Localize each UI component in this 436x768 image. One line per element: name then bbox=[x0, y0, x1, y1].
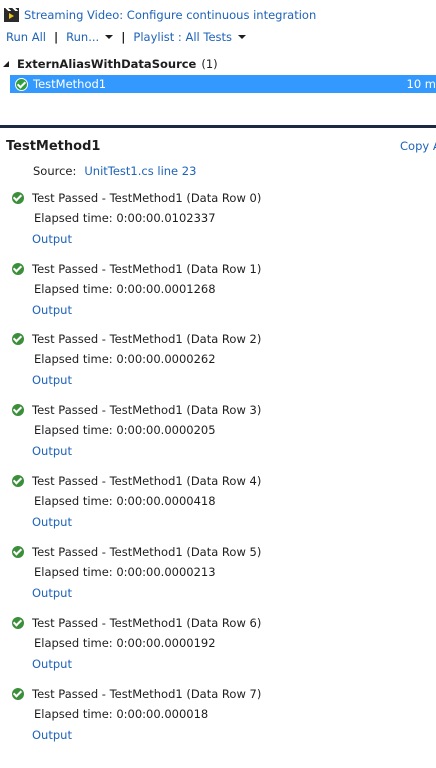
check-circle-icon bbox=[12, 546, 24, 558]
caret-down-icon bbox=[238, 34, 247, 39]
run-all-button[interactable]: Run All bbox=[6, 30, 46, 44]
pane-splitter[interactable] bbox=[0, 125, 436, 128]
test-result-item: Test Passed - TestMethod1 (Data Row 3) E… bbox=[12, 402, 436, 468]
test-result-item: Test Passed - TestMethod1 (Data Row 7) E… bbox=[12, 686, 436, 752]
check-circle-icon bbox=[12, 475, 24, 487]
result-status: Test Passed - TestMethod1 (Data Row 1) bbox=[32, 262, 262, 276]
result-status: Test Passed - TestMethod1 (Data Row 3) bbox=[32, 403, 262, 417]
result-elapsed-time: Elapsed time: 0:00:00.0000205 bbox=[34, 423, 216, 437]
group-count: (1) bbox=[201, 56, 218, 71]
test-result-item: Test Passed - TestMethod1 (Data Row 6) E… bbox=[12, 615, 436, 681]
result-header: Test Passed - TestMethod1 (Data Row 6) bbox=[12, 615, 261, 631]
source-file-link[interactable]: UnitTest1.cs line 23 bbox=[84, 164, 196, 178]
source-label: Source: bbox=[33, 164, 77, 178]
test-group-header[interactable]: ExternAliasWithDataSource (1) bbox=[0, 55, 218, 72]
result-status: Test Passed - TestMethod1 (Data Row 4) bbox=[32, 474, 262, 488]
source-row: Source: UnitTest1.cs line 23 bbox=[33, 164, 196, 178]
result-status: Test Passed - TestMethod1 (Data Row 2) bbox=[32, 332, 262, 346]
test-list-item-selected[interactable]: TestMethod1 10 m bbox=[10, 75, 436, 93]
check-circle-icon bbox=[12, 263, 24, 275]
result-header: Test Passed - TestMethod1 (Data Row 0) bbox=[12, 190, 261, 206]
result-header: Test Passed - TestMethod1 (Data Row 3) bbox=[12, 402, 261, 418]
test-result-item: Test Passed - TestMethod1 (Data Row 4) E… bbox=[12, 473, 436, 539]
result-header: Test Passed - TestMethod1 (Data Row 1) bbox=[12, 261, 261, 277]
toolbar-separator: | bbox=[121, 30, 126, 44]
result-output-link[interactable]: Output bbox=[32, 586, 72, 600]
result-header: Test Passed - TestMethod1 (Data Row 5) bbox=[12, 544, 261, 560]
test-result-item: Test Passed - TestMethod1 (Data Row 1) E… bbox=[12, 261, 436, 327]
toolbar-separator: | bbox=[53, 30, 59, 44]
check-circle-icon bbox=[12, 688, 24, 700]
result-output-link[interactable]: Output bbox=[32, 373, 72, 387]
collapse-triangle-icon[interactable] bbox=[3, 60, 9, 67]
test-toolbar: Run All | Run... | Playlist : All Tests bbox=[6, 27, 247, 47]
result-elapsed-time: Elapsed time: 0:00:00.0000213 bbox=[34, 565, 216, 579]
result-status: Test Passed - TestMethod1 (Data Row 6) bbox=[32, 616, 262, 630]
result-output-link[interactable]: Output bbox=[32, 303, 72, 317]
result-elapsed-time: Elapsed time: 0:00:00.0000192 bbox=[34, 636, 216, 650]
result-elapsed-time: Elapsed time: 0:00:00.000018 bbox=[34, 707, 209, 721]
result-output-link[interactable]: Output bbox=[32, 657, 72, 671]
detail-title: TestMethod1 bbox=[6, 139, 101, 154]
result-elapsed-time: Elapsed time: 0:00:00.0102337 bbox=[34, 211, 216, 225]
test-result-item: Test Passed - TestMethod1 (Data Row 0) E… bbox=[12, 190, 436, 256]
group-name: ExternAliasWithDataSource bbox=[17, 56, 197, 71]
playlist-dropdown[interactable]: Playlist : All Tests bbox=[133, 30, 247, 44]
result-header: Test Passed - TestMethod1 (Data Row 2) bbox=[12, 331, 261, 347]
result-header: Test Passed - TestMethod1 (Data Row 4) bbox=[12, 473, 261, 489]
copy-all-link[interactable]: Copy A bbox=[400, 139, 436, 153]
streaming-video-link[interactable]: Streaming Video: Configure continuous in… bbox=[24, 8, 316, 22]
result-output-link[interactable]: Output bbox=[32, 444, 72, 458]
run-dropdown[interactable]: Run... bbox=[66, 30, 114, 44]
check-circle-icon bbox=[12, 617, 24, 629]
result-status: Test Passed - TestMethod1 (Data Row 0) bbox=[32, 191, 262, 205]
check-circle-icon bbox=[15, 77, 28, 91]
result-output-link[interactable]: Output bbox=[32, 728, 72, 742]
result-elapsed-time: Elapsed time: 0:00:00.0001268 bbox=[34, 282, 216, 296]
result-status: Test Passed - TestMethod1 (Data Row 7) bbox=[32, 687, 262, 701]
result-elapsed-time: Elapsed time: 0:00:00.0000262 bbox=[34, 352, 216, 366]
test-result-item: Test Passed - TestMethod1 (Data Row 2) E… bbox=[12, 331, 436, 397]
playlist-dropdown-label: Playlist : All Tests bbox=[133, 30, 233, 44]
result-output-link[interactable]: Output bbox=[32, 515, 72, 529]
streaming-video-link-row[interactable]: Streaming Video: Configure continuous in… bbox=[0, 4, 316, 26]
result-header: Test Passed - TestMethod1 (Data Row 7) bbox=[12, 686, 261, 702]
check-circle-icon bbox=[12, 333, 24, 345]
video-clapper-icon bbox=[4, 8, 20, 22]
test-explorer-window: Streaming Video: Configure continuous in… bbox=[0, 0, 436, 768]
result-elapsed-time: Elapsed time: 0:00:00.0000418 bbox=[34, 494, 216, 508]
test-duration: 10 m bbox=[406, 77, 436, 91]
check-circle-icon bbox=[12, 404, 24, 416]
result-output-link[interactable]: Output bbox=[32, 232, 72, 246]
caret-down-icon bbox=[105, 34, 114, 39]
check-circle-icon bbox=[12, 192, 24, 204]
run-dropdown-label: Run... bbox=[66, 30, 100, 44]
test-name: TestMethod1 bbox=[33, 77, 107, 91]
result-status: Test Passed - TestMethod1 (Data Row 5) bbox=[32, 545, 262, 559]
test-result-item: Test Passed - TestMethod1 (Data Row 5) E… bbox=[12, 544, 436, 610]
